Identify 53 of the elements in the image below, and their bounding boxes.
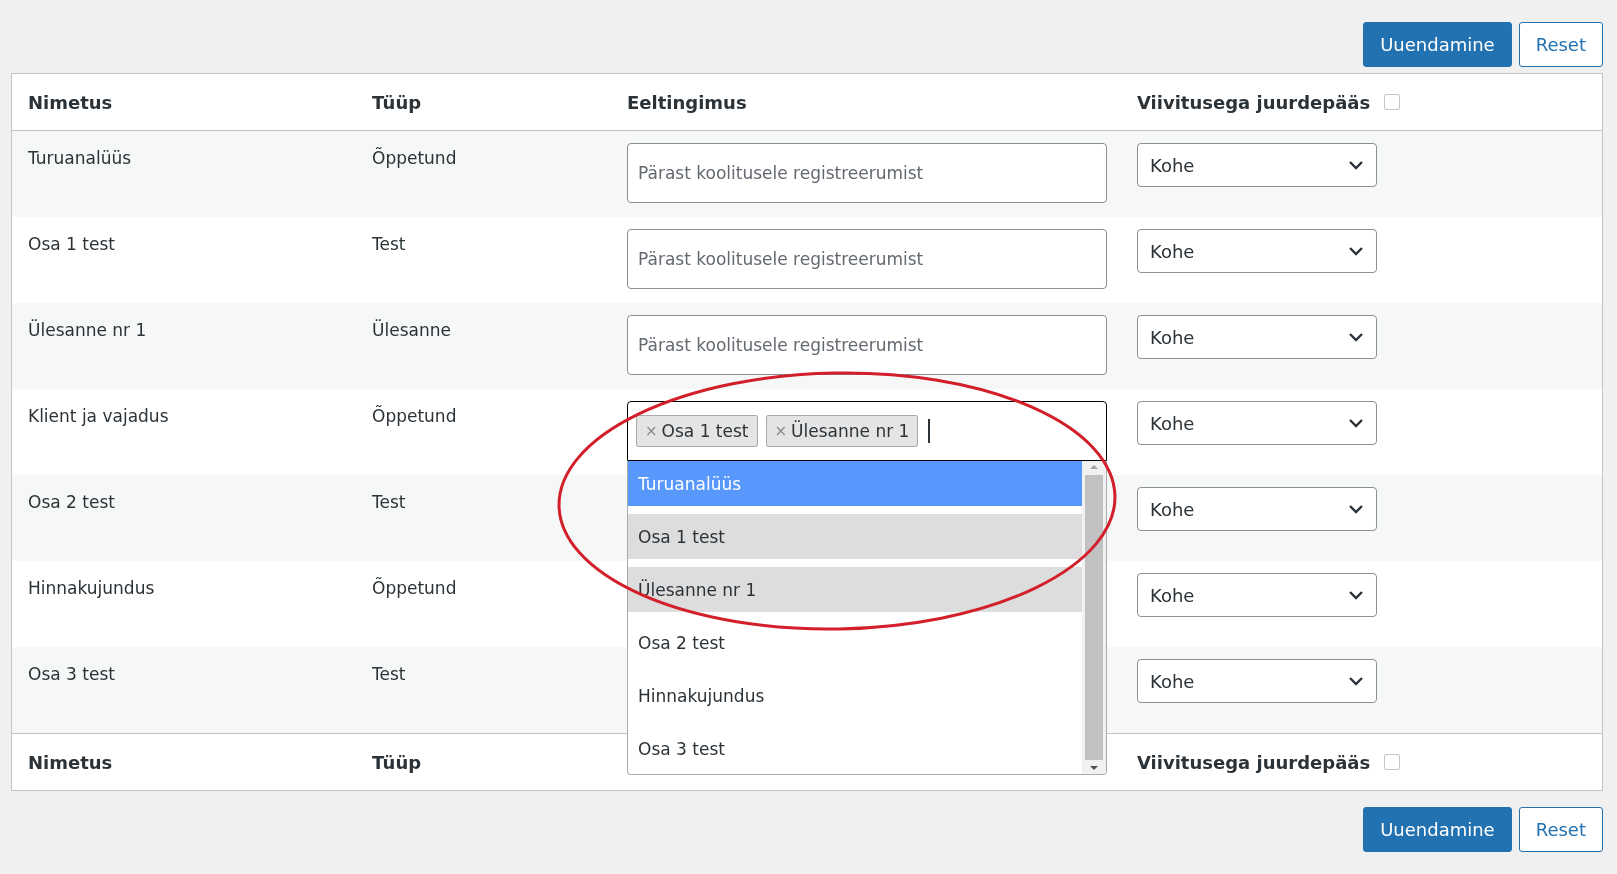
delay-select[interactable]: Kohe [1137, 229, 1377, 273]
chevron-down-icon [1348, 418, 1364, 428]
lesson-type: Õppetund [372, 576, 458, 600]
delay-select[interactable]: Kohe [1137, 659, 1377, 703]
dropdown-option[interactable]: Ülesanne nr 1 [628, 567, 1082, 612]
scrollbar[interactable] [1082, 461, 1106, 774]
update-button[interactable]: Uuendamine [1363, 807, 1512, 852]
text-cursor [928, 419, 931, 443]
chevron-down-icon [1348, 246, 1364, 256]
chevron-down-icon [1348, 332, 1364, 342]
chevron-down-icon [1348, 676, 1364, 686]
lesson-type: Test [372, 663, 407, 686]
dropdown-option[interactable]: Osa 2 test [628, 620, 1082, 665]
column-header: Nimetus [28, 751, 113, 773]
column-header: Tüüp [372, 751, 422, 773]
lesson-name: Osa 3 test [28, 663, 116, 686]
delay-select[interactable]: Kohe [1137, 487, 1377, 531]
lesson-name: Osa 1 test [28, 233, 116, 256]
lesson-name: Ülesanne nr 1 [28, 318, 148, 342]
lesson-type: Ülesanne [372, 318, 452, 342]
column-header: Tüüp [372, 91, 422, 113]
lesson-name: Klient ja vajadus [28, 405, 170, 428]
tag-label: Osa 1 test [661, 421, 749, 441]
checkbox[interactable] [1384, 754, 1401, 770]
dropdown-option[interactable]: Osa 1 test [628, 514, 1082, 559]
column-header: Viivitusega juurdepääs [1137, 751, 1371, 773]
delay-select[interactable]: Kohe [1137, 315, 1377, 359]
tag-label: Ülesanne nr 1 [791, 421, 910, 441]
lesson-type: Test [372, 233, 407, 256]
chevron-down-icon [1348, 590, 1364, 600]
lesson-name: Osa 2 test [28, 491, 116, 514]
prerequisite-field[interactable]: Pärast koolitusele registreerumist [627, 315, 1107, 375]
delay-select[interactable]: Kohe [1137, 143, 1377, 187]
delay-select[interactable]: Kohe [1137, 573, 1377, 617]
prerequisite-field[interactable]: Pärast koolitusele registreerumist [627, 229, 1107, 289]
column-header: Nimetus [28, 91, 113, 113]
column-header: Eeltingimus [627, 91, 747, 113]
lesson-type: Õppetund [372, 146, 458, 170]
reset-button[interactable]: Reset [1518, 22, 1603, 67]
update-button[interactable]: Uuendamine [1363, 22, 1512, 67]
lesson-type: Õppetund [372, 404, 458, 428]
reset-button[interactable]: Reset [1518, 807, 1603, 852]
prerequisite-field[interactable]: Pärast koolitusele registreerumist [627, 143, 1107, 203]
chevron-down-icon [1348, 504, 1364, 514]
lesson-name: Turuanalüüs [28, 147, 133, 170]
dropdown-option[interactable]: Hinnakujundus [628, 673, 1082, 718]
delay-select[interactable]: Kohe [1137, 401, 1377, 445]
column-header: Viivitusega juurdepääs [1137, 91, 1371, 113]
dropdown-option[interactable]: Osa 3 test [628, 726, 1082, 771]
lesson-type: Test [372, 491, 407, 514]
lesson-name: Hinnakujundus [28, 577, 156, 600]
checkbox[interactable] [1384, 94, 1401, 110]
chevron-down-icon [1348, 160, 1364, 170]
